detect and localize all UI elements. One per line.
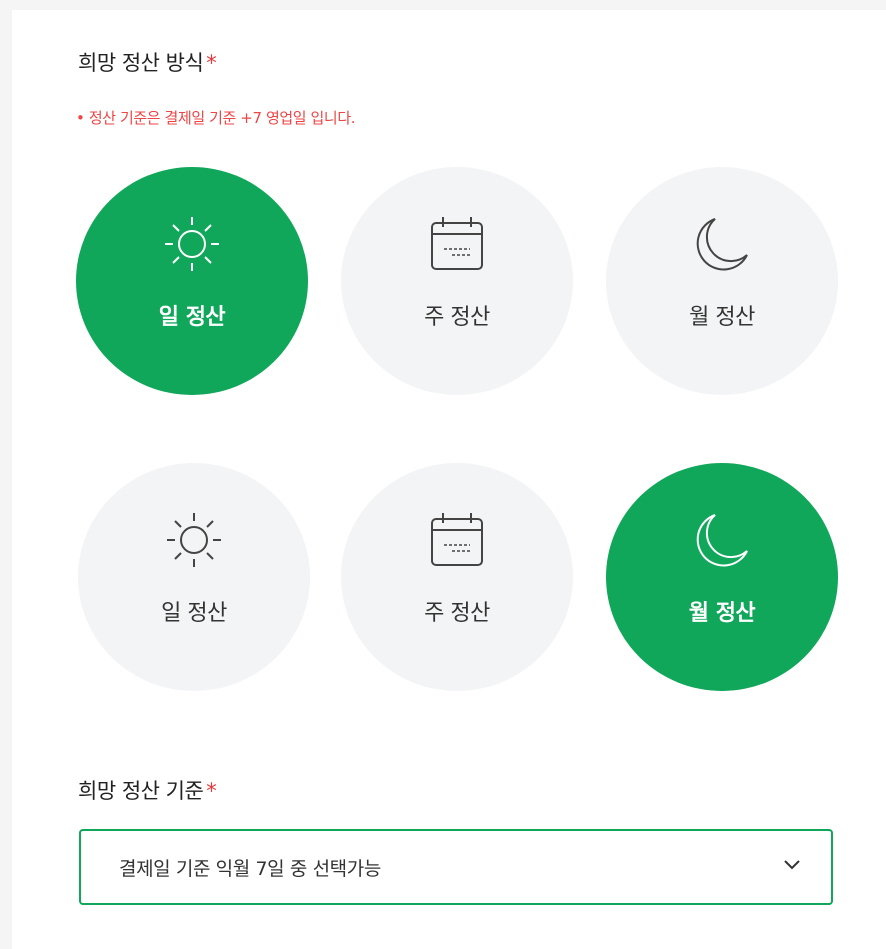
option-monthly[interactable]: 월 정산: [606, 463, 838, 691]
criteria-select[interactable]: 결제일 기준 익월 7일 중 선택가능: [79, 829, 833, 905]
moon-icon: [687, 209, 757, 279]
chevron-down-icon: [781, 854, 803, 880]
settlement-form: 희망 정산 방식 * • 정산 기준은 결제일 기준 +7 영업일 입니다. 일 …: [12, 10, 886, 949]
calendar-icon: [422, 505, 492, 575]
option-daily[interactable]: 일 정산: [76, 167, 308, 395]
calendar-icon: [422, 209, 492, 279]
option-label: 월 정산: [688, 601, 756, 626]
option-daily[interactable]: 일 정산: [78, 463, 310, 691]
sun-icon: [159, 505, 229, 575]
method-title: 희망 정산 방식 *: [78, 47, 217, 77]
option-weekly[interactable]: 주 정산: [341, 167, 573, 395]
option-label: 주 정산: [424, 305, 490, 330]
option-monthly[interactable]: 월 정산: [606, 167, 838, 395]
sun-icon: [157, 209, 227, 279]
criteria-title-text: 희망 정산 기준: [78, 779, 204, 803]
option-label: 일 정산: [158, 305, 226, 330]
criteria-title: 희망 정산 기준 *: [78, 775, 217, 805]
required-mark: *: [206, 779, 217, 803]
option-label: 주 정산: [424, 601, 490, 626]
method-title-text: 희망 정산 방식: [78, 51, 204, 75]
option-label: 월 정산: [689, 305, 755, 330]
option-label: 일 정산: [161, 601, 227, 626]
required-mark: *: [206, 51, 217, 75]
settlement-notice: • 정산 기준은 결제일 기준 +7 영업일 입니다.: [76, 109, 356, 127]
criteria-select-value: 결제일 기준 익월 7일 중 선택가능: [119, 857, 381, 880]
option-weekly[interactable]: 주 정산: [341, 463, 573, 691]
moon-icon: [687, 505, 757, 575]
